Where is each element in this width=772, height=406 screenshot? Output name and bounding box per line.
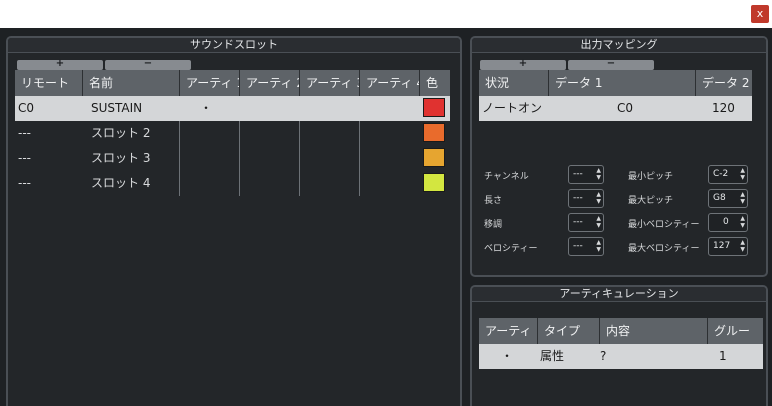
slot-remote: C0 [18,101,35,115]
column-header-name[interactable]: 名前 [83,70,180,96]
length-value: --- [573,193,583,203]
length-stepper[interactable]: --- ▲ ▼ [568,189,604,208]
output-mapping-title: 出力マッピング [472,38,766,53]
slot-name: スロット 4 [91,176,151,190]
slot-row[interactable]: --- スロット 2 [15,121,450,146]
min-velocity-value: 0 [723,217,729,227]
articulation-title: アーティキュレーション [472,287,766,302]
slot-remote: --- [18,126,31,140]
stepper-arrows-icon[interactable]: ▲ ▼ [596,239,601,253]
column-header-status[interactable]: 状況 [479,70,549,96]
column-header-arti-1[interactable]: アーティ 1 [180,70,240,96]
stepper-arrows-icon[interactable]: ▲ ▼ [596,191,601,205]
min-velocity-stepper[interactable]: 0 ▲ ▼ [708,213,748,232]
mapping-status: ノートオン [482,101,543,115]
window-titlebar: x [0,0,772,28]
sound-slot-panel: サウンドスロット + − リモート 名前 アーティ 1 アーティ 2 アーティ … [6,36,462,406]
length-label: 長さ [484,196,503,206]
articulation-group: 1 [719,349,727,363]
column-header-group[interactable]: グルー [708,318,763,344]
min-velocity-label: 最小ベロシティー [628,220,700,230]
remove-mapping-button[interactable]: − [568,59,654,70]
column-header-type[interactable]: タイプ [538,318,600,344]
output-mapping-header: 状況 データ 1 データ 2 [479,70,752,96]
column-header-arti-2[interactable]: アーティ 2 [240,70,300,96]
min-pitch-stepper[interactable]: C-2 ▲ ▼ [708,165,748,184]
column-header-data-2[interactable]: データ 2 [696,70,752,96]
column-header-arti-4[interactable]: アーティ 4 [360,70,420,96]
slot-row[interactable]: --- スロット 3 [15,146,450,171]
add-slot-button[interactable]: + [17,59,103,70]
stepper-arrows-icon[interactable]: ▲ ▼ [740,239,745,253]
mapping-data-1: C0 [617,101,634,115]
slot-color-swatch[interactable] [423,123,445,142]
column-header-color[interactable]: 色 [420,70,450,96]
max-velocity-value: 127 [713,241,731,251]
articulation-arti: ・ [501,349,514,363]
add-mapping-button[interactable]: + [480,59,566,70]
articulation-content: ? [600,349,607,363]
slot-row[interactable]: C0 SUSTAIN ・ [15,96,450,121]
max-pitch-value: G8 [713,193,726,203]
velocity-value: --- [573,241,583,251]
column-header-arti-3[interactable]: アーティ 3 [300,70,360,96]
channel-label: チャンネル [484,172,529,182]
transpose-stepper[interactable]: --- ▲ ▼ [568,213,604,232]
max-pitch-stepper[interactable]: G8 ▲ ▼ [708,189,748,208]
max-velocity-label: 最大ベロシティー [628,244,700,254]
sound-slot-title: サウンドスロット [8,38,460,53]
articulation-panel: アーティキュレーション アーティ タイプ 内容 グルー ・ 属性 ? 1 [470,285,768,406]
min-pitch-label: 最小ピッチ [628,172,674,182]
slot-remote: --- [18,176,31,190]
slot-color-swatch[interactable] [423,173,445,192]
channel-stepper[interactable]: --- ▲ ▼ [568,165,604,184]
close-button[interactable]: x [751,5,769,23]
transpose-label: 移調 [484,220,503,230]
channel-value: --- [573,169,583,179]
stepper-arrows-icon[interactable]: ▲ ▼ [740,215,745,229]
slot-name: スロット 2 [91,126,151,140]
slot-name: SUSTAIN [91,101,143,115]
articulation-type: 属性 [540,349,565,363]
sound-slot-header: リモート 名前 アーティ 1 アーティ 2 アーティ 3 アーティ 4 色 [15,70,450,96]
slot-name: スロット 3 [91,151,151,165]
stepper-arrows-icon[interactable]: ▲ ▼ [596,215,601,229]
mapping-data-2: 120 [712,101,735,115]
output-mapping-panel: 出力マッピング + − 状況 データ 1 データ 2 ノートオン C0 120 … [470,36,768,277]
articulation-row[interactable]: ・ 属性 ? 1 [479,344,763,369]
slot-row[interactable]: --- スロット 4 [15,171,450,196]
column-header-content[interactable]: 内容 [600,318,708,344]
slot-remote: --- [18,151,31,165]
velocity-stepper[interactable]: --- ▲ ▼ [568,237,604,256]
max-velocity-stepper[interactable]: 127 ▲ ▼ [708,237,748,256]
column-header-arti[interactable]: アーティ [479,318,538,344]
stepper-arrows-icon[interactable]: ▲ ▼ [596,167,601,181]
transpose-value: --- [573,217,583,227]
column-header-data-1[interactable]: データ 1 [549,70,696,96]
stepper-arrows-icon[interactable]: ▲ ▼ [740,167,745,181]
mapping-row[interactable]: ノートオン C0 120 [479,96,752,121]
max-pitch-label: 最大ピッチ [628,196,674,206]
slot-arti-1: ・ [200,101,213,115]
slot-color-swatch[interactable] [423,148,445,167]
column-header-remote[interactable]: リモート [15,70,83,96]
remove-slot-button[interactable]: − [105,59,191,70]
min-pitch-value: C-2 [713,169,729,179]
slot-color-swatch[interactable] [423,98,445,117]
velocity-label: ベロシティー [484,244,538,254]
stepper-arrows-icon[interactable]: ▲ ▼ [740,191,745,205]
articulation-header: アーティ タイプ 内容 グルー [479,318,763,344]
